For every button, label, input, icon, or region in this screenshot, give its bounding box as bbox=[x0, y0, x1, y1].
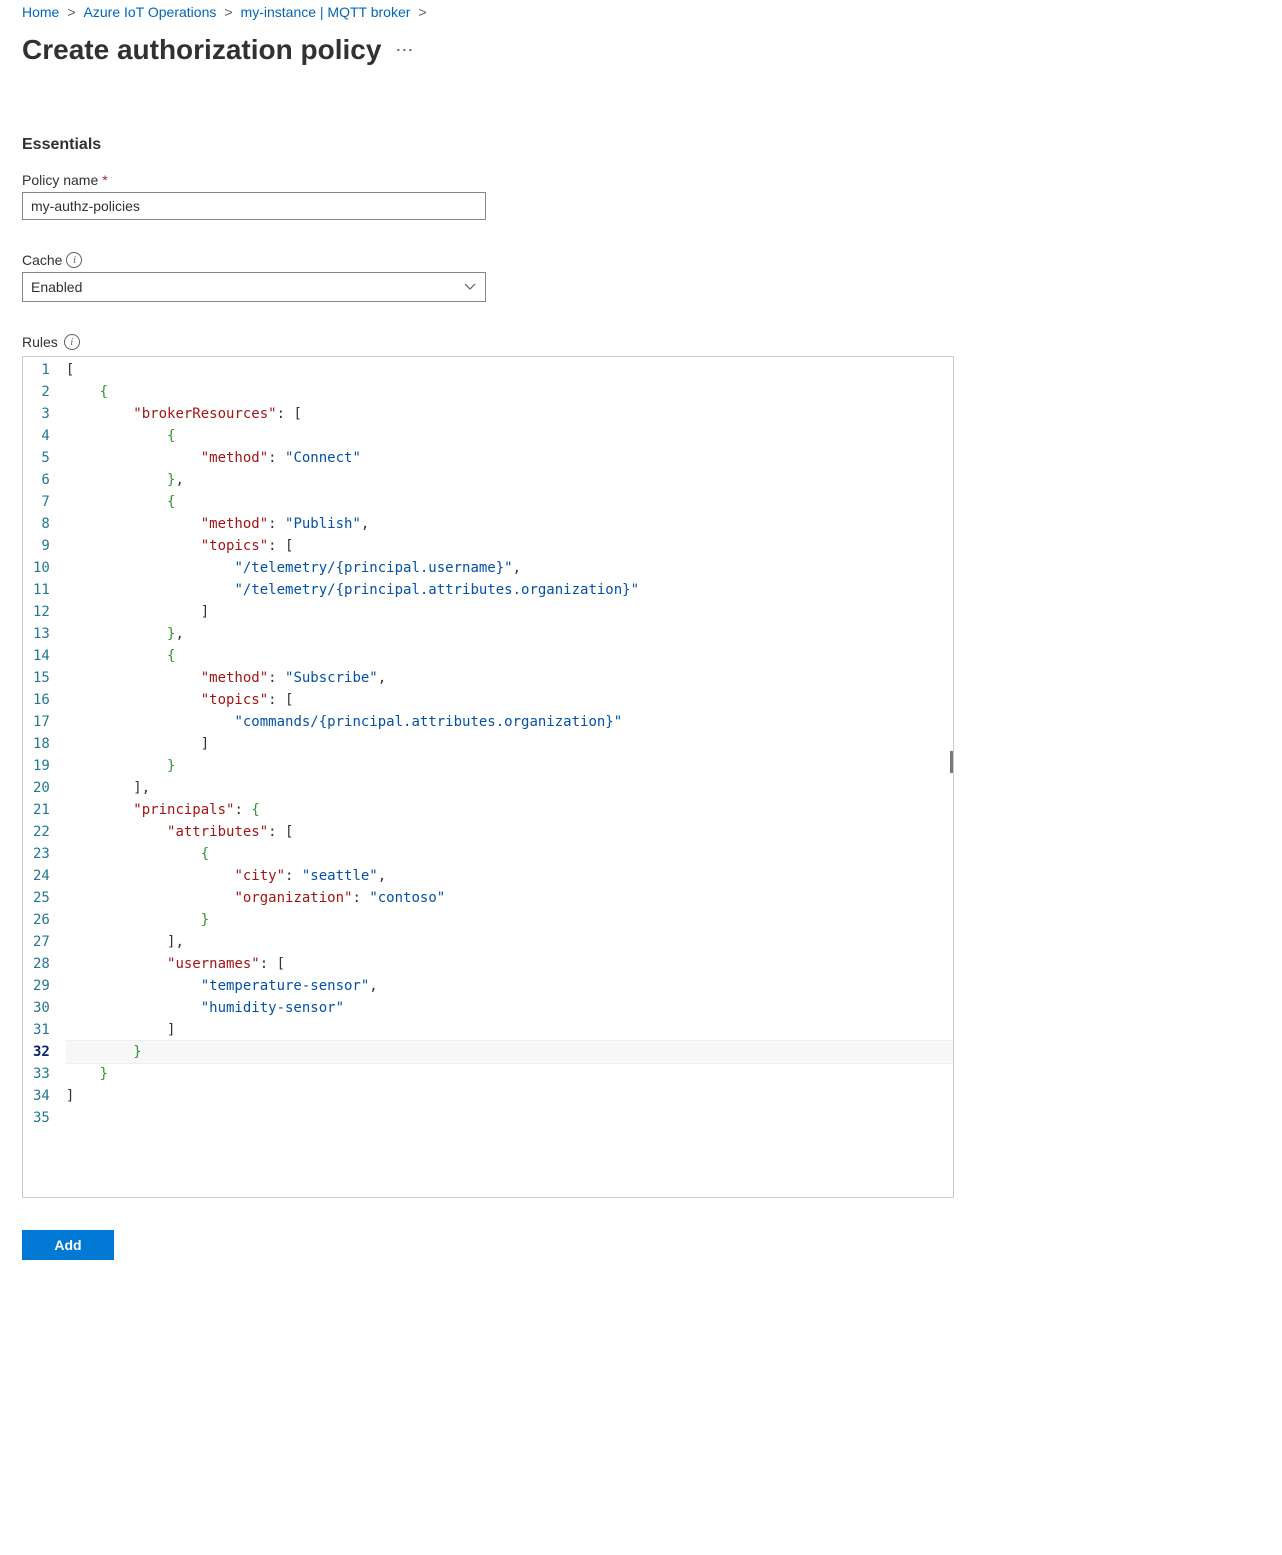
essentials-section: Essentials Policy name * Cache i Enabled bbox=[22, 136, 1260, 1198]
more-actions-icon[interactable]: ⋯ bbox=[395, 41, 413, 59]
policy-name-input[interactable] bbox=[22, 192, 486, 220]
rules-json-editor[interactable]: 1234567891011121314151617181920212223242… bbox=[22, 356, 954, 1198]
chevron-right-icon: > bbox=[67, 4, 75, 20]
editor-line-gutter: 1234567891011121314151617181920212223242… bbox=[23, 357, 66, 1197]
editor-scrollbar-thumb[interactable] bbox=[950, 751, 953, 773]
breadcrumb: Home > Azure IoT Operations > my-instanc… bbox=[22, 4, 1260, 20]
essentials-heading: Essentials bbox=[22, 136, 1260, 154]
editor-code-area[interactable]: [ { "brokerResources": [ { "method": "Co… bbox=[66, 357, 953, 1197]
breadcrumb-instance-mqtt-broker[interactable]: my-instance | MQTT broker bbox=[241, 4, 411, 20]
chevron-right-icon: > bbox=[418, 4, 426, 20]
add-button[interactable]: Add bbox=[22, 1230, 114, 1260]
page-title: Create authorization policy bbox=[22, 34, 381, 66]
cache-label: Cache i bbox=[22, 252, 1260, 268]
info-icon[interactable]: i bbox=[66, 252, 82, 268]
cache-select[interactable]: Enabled bbox=[22, 272, 486, 302]
info-icon[interactable]: i bbox=[64, 334, 80, 350]
required-indicator: * bbox=[102, 172, 107, 188]
chevron-right-icon: > bbox=[224, 4, 232, 20]
breadcrumb-azure-iot-operations[interactable]: Azure IoT Operations bbox=[84, 4, 217, 20]
policy-name-label: Policy name * bbox=[22, 172, 1260, 188]
rules-label: Rules i bbox=[22, 334, 1260, 350]
breadcrumb-home[interactable]: Home bbox=[22, 4, 59, 20]
cache-select-value: Enabled bbox=[31, 279, 82, 295]
